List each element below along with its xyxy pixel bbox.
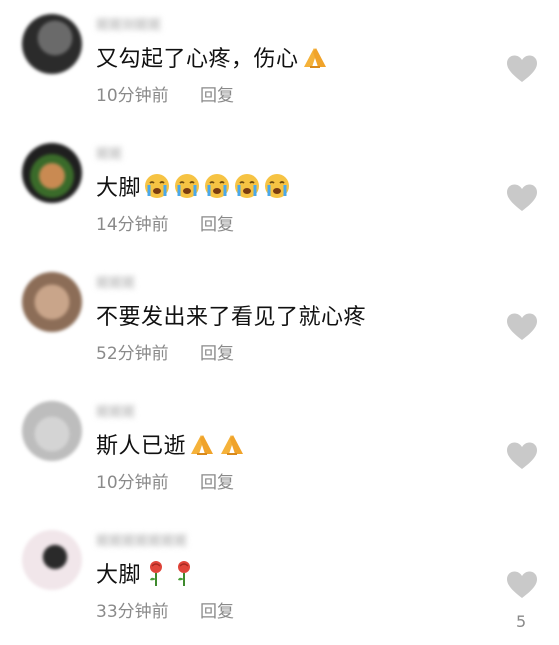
comment-time: 10分钟前 xyxy=(96,86,169,106)
comment-meta: 10分钟前 回复 xyxy=(96,468,234,493)
like-heart-icon[interactable] xyxy=(506,441,538,471)
comment-item: 斑斑斑斑斑斑斑 大脚 33分钟前 回复 5 xyxy=(0,516,559,645)
comment-username[interactable]: 斑斑 xyxy=(96,143,122,162)
pray-emoji xyxy=(188,431,216,463)
crying-emoji xyxy=(263,172,291,206)
like-count: 5 xyxy=(516,612,527,631)
reply-button[interactable]: 回复 xyxy=(200,344,234,364)
comment-meta: 33分钟前 回复 xyxy=(96,597,234,622)
comment-text-body: 大脚 xyxy=(96,563,142,588)
like-heart-icon[interactable] xyxy=(506,54,538,84)
comment-text-body: 不要发出来了看见了就心疼 xyxy=(96,305,367,330)
comment-text-body: 斯人已逝 xyxy=(96,434,187,459)
comment-username[interactable]: 斑斑斑 xyxy=(96,272,135,291)
avatar[interactable] xyxy=(22,401,82,461)
comment-text: 又勾起了心疼，伤心 xyxy=(96,41,329,76)
like-heart-icon[interactable] xyxy=(506,570,538,600)
crying-emoji xyxy=(203,172,231,206)
pray-emoji xyxy=(218,431,246,463)
comment-item: 斑斑 大脚 14分钟前 回复 xyxy=(0,129,559,258)
avatar[interactable] xyxy=(22,143,82,203)
rose-emoji xyxy=(143,559,169,593)
crying-emoji xyxy=(143,172,171,206)
crying-emoji xyxy=(233,172,261,206)
comment-meta: 10分钟前 回复 xyxy=(96,81,234,106)
comment-text-body: 大脚 xyxy=(96,176,142,201)
reply-button[interactable]: 回复 xyxy=(200,86,234,106)
comment-username[interactable]: 斑斑斑 xyxy=(96,401,135,420)
reply-button[interactable]: 回复 xyxy=(200,215,234,235)
like-heart-icon[interactable] xyxy=(506,312,538,342)
comment-meta: 52分钟前 回复 xyxy=(96,339,234,364)
comment-text: 斯人已逝 xyxy=(96,428,246,463)
comment-time: 10分钟前 xyxy=(96,473,169,493)
pray-emoji xyxy=(301,44,329,76)
avatar[interactable] xyxy=(22,530,82,590)
comment-text: 大脚 xyxy=(96,170,291,206)
comment-time: 52分钟前 xyxy=(96,344,169,364)
avatar[interactable] xyxy=(22,14,82,74)
comment-text-body: 又勾起了心疼，伤心 xyxy=(96,47,299,72)
like-heart-icon[interactable] xyxy=(506,183,538,213)
comment-item: 斑斑斑 斯人已逝 10分钟前 回复 xyxy=(0,387,559,516)
crying-emoji xyxy=(173,172,201,206)
reply-button[interactable]: 回复 xyxy=(200,473,234,493)
reply-button[interactable]: 回复 xyxy=(200,602,234,622)
avatar[interactable] xyxy=(22,272,82,332)
comment-time: 14分钟前 xyxy=(96,215,169,235)
comment-time: 33分钟前 xyxy=(96,602,169,622)
comment-item: 斑斑剑斑斑 又勾起了心疼，伤心 10分钟前 回复 xyxy=(0,0,559,129)
comment-username[interactable]: 斑斑斑斑斑斑斑 xyxy=(96,530,187,549)
comment-text: 不要发出来了看见了就心疼 xyxy=(96,299,366,331)
comment-meta: 14分钟前 回复 xyxy=(96,210,234,235)
comment-username[interactable]: 斑斑剑斑斑 xyxy=(96,14,161,33)
comment-item: 斑斑斑 不要发出来了看见了就心疼 52分钟前 回复 xyxy=(0,258,559,387)
rose-emoji xyxy=(171,559,197,593)
comment-text: 大脚 xyxy=(96,557,197,593)
